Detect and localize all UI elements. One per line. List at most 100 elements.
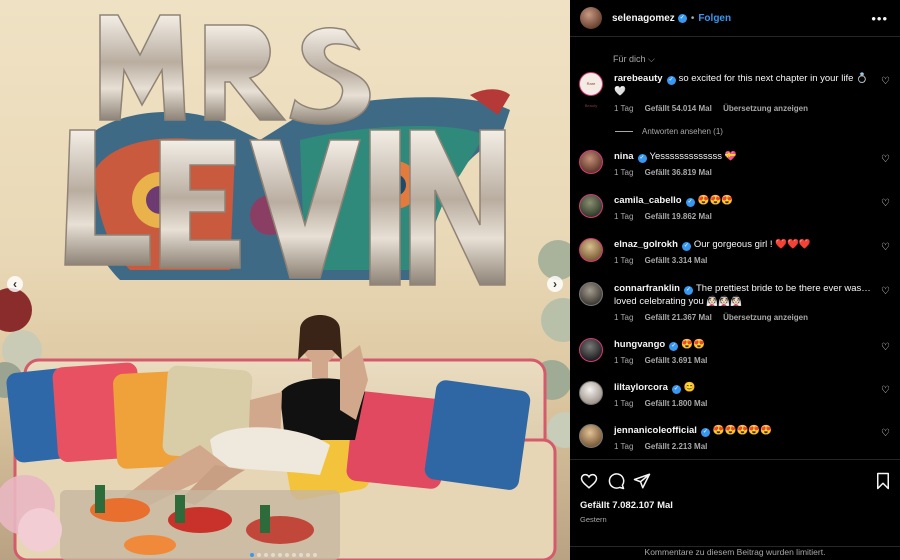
verified-badge-icon: ✓ [677,13,687,23]
comment-filter-dropdown[interactable]: Für dich ⌵ [613,54,655,65]
carousel-dot [264,553,268,557]
comment-body: camila_cabello ✓ 😍😍😍 [614,194,875,207]
comment-text: Our gorgeous girl ! ❤️❤️❤️ [693,239,811,250]
previous-image-button[interactable]: ‹ [7,276,23,292]
comment-username[interactable]: camila_cabello [614,195,682,206]
balloon-mrs [99,14,371,125]
comment-time[interactable]: 1 Tag [614,399,633,408]
bookmark-icon[interactable] [874,472,892,490]
comment-likes[interactable]: Gefällt 21.367 Mal [645,313,712,322]
view-replies-link[interactable]: Antworten ansehen (1) [615,127,723,136]
comment-icon[interactable] [607,472,625,490]
post-likes-count[interactable]: Gefällt 7.082.107 Mal [580,500,673,511]
chevron-down-icon: ⌵ [648,54,655,64]
comment-meta: 1 Tag Gefällt 3.314 Mal [614,256,716,265]
comments-limited-notice: Kommentare zu diesem Beitrag wurden limi… [570,546,900,557]
avatar[interactable] [579,338,603,362]
comment-meta: 1 Tag Gefällt 21.367 Mal Übersetzung anz… [614,313,817,322]
carousel-dot [278,553,282,557]
comment-username[interactable]: rarebeauty [614,73,663,84]
carousel-dots [250,553,317,557]
comment-meta: 1 Tag Gefällt 54.014 Mal Übersetzung anz… [614,104,817,113]
comment-time[interactable]: 1 Tag [614,104,633,113]
comment-time[interactable]: 1 Tag [614,356,633,365]
avatar[interactable] [579,282,603,306]
heart-icon[interactable] [580,472,598,490]
avatar[interactable] [579,150,603,174]
comment-likes[interactable]: Gefällt 19.862 Mal [645,212,712,221]
translate-link[interactable]: Übersetzung anzeigen [723,104,808,113]
comment-likes[interactable]: Gefällt 36.819 Mal [645,168,712,177]
photo-illustration [0,14,570,560]
heart-icon[interactable]: ♡ [881,243,891,253]
comment-text: Yesssssssssssss 💝 [649,151,737,162]
verified-badge-icon: ✓ [681,242,691,251]
carousel-dot [292,553,296,557]
comment-body: hungvango ✓ 😍😍 [614,338,875,351]
heart-icon[interactable]: ♡ [881,287,891,297]
comment-time[interactable]: 1 Tag [614,442,633,451]
carousel-dot [285,553,289,557]
comment-meta: 1 Tag Gefällt 36.819 Mal [614,168,721,177]
carousel-dot [250,553,254,557]
comment-meta: 1 Tag Gefällt 3.691 Mal [614,356,716,365]
comment-username[interactable]: connarfranklin [614,283,680,294]
post-photo[interactable]: ‹ › [0,0,570,560]
verified-badge-icon: ✓ [669,342,679,351]
comment-username[interactable]: hungvango [614,339,665,350]
comment-body: rarebeauty ✓ so excited for this next chap… [614,72,875,98]
avatar-label: Rare Beauty [584,81,598,108]
comment-likes[interactable]: Gefällt 3.314 Mal [645,256,708,265]
comment-likes[interactable]: Gefällt 1.800 Mal [645,399,708,408]
verified-badge-icon: ✓ [671,385,681,394]
heart-icon[interactable]: ♡ [881,199,891,209]
avatar[interactable] [579,238,603,262]
comment-username[interactable]: liltaylorcora [614,382,668,393]
heart-icon[interactable]: ♡ [881,343,891,353]
next-image-button[interactable]: › [547,276,563,292]
comment-body: liltaylorcora ✓ 😊 [614,381,875,394]
carousel-dot [306,553,310,557]
avatar[interactable]: Rare Beauty [579,72,603,108]
carousel-dot [257,553,261,557]
share-icon[interactable] [633,472,651,490]
comment-text: 😍😍 [681,339,705,350]
comment-meta: 1 Tag Gefällt 19.862 Mal [614,212,721,221]
follow-button[interactable]: Folgen [698,13,731,24]
avatar[interactable] [579,194,603,218]
heart-icon[interactable]: ♡ [881,155,891,165]
avatar[interactable] [579,381,603,405]
comment-time[interactable]: 1 Tag [614,313,633,322]
comment-likes[interactable]: Gefällt 2.213 Mal [645,442,708,451]
post-date: Gestern [580,515,607,524]
author-username[interactable]: selenagomez [612,13,675,24]
comment-username[interactable]: jennanicoleofficial [614,425,697,436]
carousel-dot [313,553,317,557]
comment-username[interactable]: nina [614,151,634,162]
translate-link[interactable]: Übersetzung anzeigen [723,313,808,322]
comment-text: 😍😍😍😍😍 [712,425,773,436]
heart-icon[interactable]: ♡ [881,386,891,396]
comment-body: connarfranklin ✓ The prettiest bride to be… [614,282,875,308]
comment-time[interactable]: 1 Tag [614,256,633,265]
divider [615,131,633,132]
heart-icon[interactable]: ♡ [881,77,891,87]
verified-badge-icon: ✓ [637,154,647,163]
heart-icon[interactable]: ♡ [881,429,891,439]
post-sidebar: selenagomez ✓ • Folgen ••• Für dich ⌵ Ra… [570,0,900,560]
more-options-icon[interactable]: ••• [871,11,888,26]
comment-filter-label: Für dich [613,54,646,64]
comment-time[interactable]: 1 Tag [614,168,633,177]
verified-badge-icon: ✓ [700,428,710,437]
avatar[interactable] [580,7,602,29]
carousel-dot [271,553,275,557]
comment-text: 😊 [683,382,696,393]
comment-meta: 1 Tag Gefällt 2.213 Mal [614,442,716,451]
comment-text: 😍😍😍 [697,195,734,206]
comment-username[interactable]: elnaz_golrokh [614,239,678,250]
comment-body: elnaz_golrokh ✓ Our gorgeous girl ! ❤️❤️❤️ [614,238,875,251]
comment-time[interactable]: 1 Tag [614,212,633,221]
comment-likes[interactable]: Gefällt 3.691 Mal [645,356,708,365]
comment-likes[interactable]: Gefällt 54.014 Mal [645,104,712,113]
avatar[interactable] [579,424,603,448]
